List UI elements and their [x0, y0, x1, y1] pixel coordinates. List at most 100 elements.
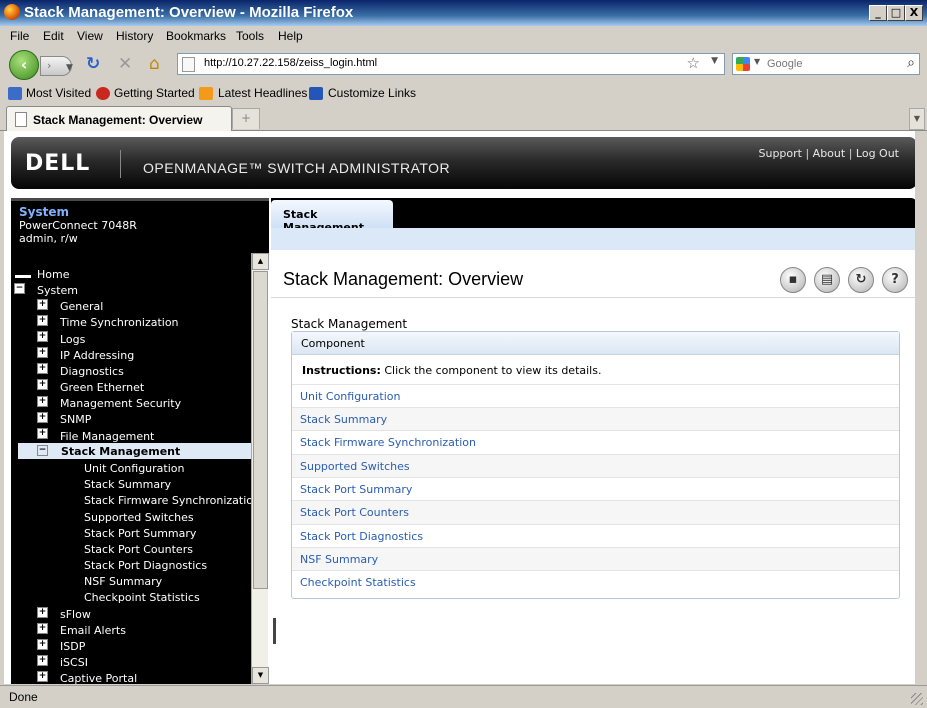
- tree-stack-port-counters[interactable]: Stack Port Counters: [84, 543, 193, 556]
- tree-time-synchronization[interactable]: Time Synchronization: [60, 316, 179, 329]
- expand-icon[interactable]: +: [37, 347, 48, 358]
- history-dropdown-icon[interactable]: ▼: [66, 59, 73, 77]
- google-icon[interactable]: [736, 57, 750, 71]
- tree-sflow[interactable]: sFlow: [60, 608, 91, 621]
- print-icon[interactable]: ▤: [814, 267, 840, 293]
- tree-scrollbar[interactable]: ▲ ▼: [251, 253, 269, 684]
- bookmark-getting-started[interactable]: Getting Started: [114, 86, 195, 100]
- menu-view[interactable]: View: [77, 29, 103, 43]
- tree-checkpoint-statistics[interactable]: Checkpoint Statistics: [84, 591, 200, 604]
- tree-ip-addressing[interactable]: IP Addressing: [60, 349, 134, 362]
- component-link-checkpoint-statistics[interactable]: Checkpoint Statistics: [300, 576, 416, 589]
- menu-bookmarks[interactable]: Bookmarks: [166, 29, 226, 43]
- new-tab-button[interactable]: +: [232, 108, 260, 129]
- scroll-down-icon[interactable]: ▼: [252, 667, 269, 684]
- search-bar[interactable]: ▼ Google ⌕: [732, 53, 920, 75]
- close-window-button[interactable]: X: [905, 5, 923, 21]
- component-link-nsf-summary[interactable]: NSF Summary: [300, 553, 378, 566]
- menu-edit[interactable]: Edit: [43, 29, 64, 43]
- tree-general[interactable]: General: [60, 300, 103, 313]
- tree-home[interactable]: Home: [37, 268, 69, 281]
- tree-iscsi[interactable]: iSCSI: [60, 656, 88, 669]
- home-icon[interactable]: ⌂: [149, 55, 160, 73]
- tree-unit-configuration[interactable]: Unit Configuration: [84, 462, 185, 475]
- tree-logs[interactable]: Logs: [60, 333, 85, 346]
- url-dropdown-icon[interactable]: ▼: [711, 56, 718, 66]
- tree-file-management[interactable]: File Management: [60, 430, 154, 443]
- maximize-button[interactable]: □: [887, 5, 905, 21]
- reload-icon[interactable]: ↻: [86, 55, 100, 73]
- menu-history[interactable]: History: [116, 29, 153, 43]
- window-title: Stack Management: Overview - Mozilla Fir…: [24, 4, 354, 21]
- expand-icon[interactable]: +: [37, 363, 48, 374]
- save-icon[interactable]: ▪: [780, 267, 806, 293]
- stop-icon[interactable]: ✕: [118, 55, 132, 73]
- tab-list-dropdown-icon[interactable]: ▼: [909, 108, 925, 130]
- refresh-icon[interactable]: ↻: [848, 267, 874, 293]
- url-text[interactable]: http://10.27.22.158/zeiss_login.html: [204, 57, 377, 69]
- tree-stack-port-summary[interactable]: Stack Port Summary: [84, 527, 196, 540]
- expand-icon[interactable]: +: [37, 331, 48, 342]
- scroll-thumb[interactable]: [253, 271, 268, 589]
- collapse-icon[interactable]: −: [37, 445, 48, 456]
- menu-tools[interactable]: Tools: [236, 29, 264, 43]
- tree-stack-firmware-synchronization[interactable]: Stack Firmware Synchronization: [84, 494, 251, 507]
- tree-captive-portal[interactable]: Captive Portal: [60, 672, 137, 684]
- expand-icon[interactable]: +: [37, 655, 48, 666]
- tree-isdp[interactable]: ISDP: [60, 640, 85, 653]
- back-button[interactable]: ‹: [9, 50, 39, 80]
- expand-icon[interactable]: +: [37, 623, 48, 634]
- component-link-stack-firmware-synchronization[interactable]: Stack Firmware Synchronization: [300, 436, 476, 449]
- logout-link[interactable]: Log Out: [856, 147, 899, 160]
- tree-green-ethernet[interactable]: Green Ethernet: [60, 381, 144, 394]
- instructions-label: Instructions:: [302, 364, 381, 377]
- component-link-stack-summary[interactable]: Stack Summary: [300, 413, 387, 426]
- tab-stack-management-content[interactable]: Stack Management: [271, 200, 393, 234]
- component-link-stack-port-summary[interactable]: Stack Port Summary: [300, 483, 412, 496]
- expand-icon[interactable]: +: [37, 396, 48, 407]
- scroll-up-icon[interactable]: ▲: [252, 253, 269, 270]
- menu-file[interactable]: File: [10, 29, 29, 43]
- bookmark-customize-links[interactable]: Customize Links: [328, 86, 416, 100]
- menu-help[interactable]: Help: [278, 29, 303, 43]
- search-input[interactable]: Google: [767, 58, 802, 70]
- collapse-icon[interactable]: −: [14, 283, 25, 294]
- help-icon[interactable]: ?: [882, 267, 908, 293]
- content-tab-bar: Stack Management: [271, 198, 915, 234]
- component-link-stack-port-counters[interactable]: Stack Port Counters: [300, 506, 409, 519]
- tab-stack-management[interactable]: Stack Management: Overview: [6, 106, 232, 131]
- resize-grip[interactable]: [911, 693, 923, 705]
- expand-icon[interactable]: +: [37, 428, 48, 439]
- support-link[interactable]: Support: [758, 147, 801, 160]
- tree-stack-summary[interactable]: Stack Summary: [84, 478, 171, 491]
- tree-email-alerts[interactable]: Email Alerts: [60, 624, 126, 637]
- component-link-supported-switches[interactable]: Supported Switches: [300, 460, 410, 473]
- bookmark-latest-headlines[interactable]: Latest Headlines: [218, 86, 307, 100]
- expand-icon[interactable]: +: [37, 671, 48, 682]
- tree-snmp[interactable]: SNMP: [60, 413, 91, 426]
- tree-supported-switches[interactable]: Supported Switches: [84, 511, 194, 524]
- expand-icon[interactable]: +: [37, 607, 48, 618]
- minimize-button[interactable]: _: [869, 5, 887, 21]
- expand-icon[interactable]: +: [37, 315, 48, 326]
- component-link-stack-port-diagnostics[interactable]: Stack Port Diagnostics: [300, 530, 423, 543]
- panel-splitter-handle[interactable]: [273, 618, 276, 644]
- component-link-unit-configuration[interactable]: Unit Configuration: [300, 390, 401, 403]
- expand-icon[interactable]: +: [37, 299, 48, 310]
- expand-icon[interactable]: +: [37, 639, 48, 650]
- about-link[interactable]: About: [813, 147, 846, 160]
- expand-icon[interactable]: +: [37, 379, 48, 390]
- expand-icon[interactable]: +: [37, 412, 48, 423]
- search-engine-dropdown-icon[interactable]: ▼: [754, 57, 760, 66]
- bookmark-most-visited[interactable]: Most Visited: [26, 86, 91, 100]
- address-bar[interactable]: http://10.27.22.158/zeiss_login.html ☆ ▼: [177, 53, 725, 75]
- search-icon[interactable]: ⌕: [907, 55, 915, 71]
- instructions: Instructions: Click the component to vie…: [302, 364, 601, 377]
- bookmark-star-icon[interactable]: ☆: [687, 54, 700, 72]
- tree-management-security[interactable]: Management Security: [60, 397, 181, 410]
- tree-system[interactable]: System: [37, 284, 78, 297]
- tree-stack-management[interactable]: Stack Management: [61, 445, 181, 458]
- tree-diagnostics[interactable]: Diagnostics: [60, 365, 124, 378]
- tree-stack-port-diagnostics[interactable]: Stack Port Diagnostics: [84, 559, 207, 572]
- tree-nsf-summary[interactable]: NSF Summary: [84, 575, 162, 588]
